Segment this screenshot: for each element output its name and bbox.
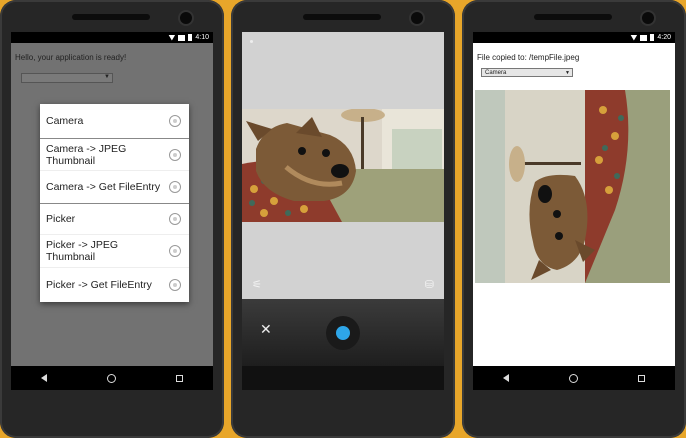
earpiece <box>303 14 381 20</box>
home-icon[interactable] <box>107 373 116 383</box>
hello-text: Hello, your application is ready! <box>15 53 127 62</box>
signal-icon <box>178 34 186 41</box>
shutter-button[interactable] <box>326 316 360 350</box>
camera-screen: ⚟ ⛁ ✕ <box>242 32 444 390</box>
close-icon[interactable]: ✕ <box>260 321 272 338</box>
battery-icon <box>188 34 193 41</box>
option-label: Picker -> Get FileEntry <box>46 279 152 291</box>
radio-icon[interactable] <box>169 213 181 225</box>
indicator-dot <box>250 40 253 43</box>
radio-icon[interactable] <box>169 181 181 193</box>
app-content: Hello, your application is ready! Camera… <box>11 43 213 366</box>
camera-controls: ✕ <box>242 299 444 366</box>
front-camera <box>411 12 423 24</box>
front-camera <box>642 12 654 24</box>
copied-text: File copied to: /tempFile.jpeg <box>477 53 580 62</box>
source-select[interactable]: Camera <box>481 68 573 77</box>
signal-icon <box>640 34 648 41</box>
select-value: Camera <box>485 70 507 76</box>
radio-icon[interactable] <box>169 245 181 257</box>
earpiece <box>72 14 150 20</box>
wifi-icon <box>168 34 176 41</box>
nav-bar <box>242 366 444 390</box>
screen: 4:20 File copied to: /tempFile.jpeg Came… <box>473 32 675 390</box>
recents-icon[interactable] <box>176 374 183 382</box>
back-icon[interactable] <box>41 374 47 382</box>
home-icon[interactable] <box>569 373 578 383</box>
option-label: Picker <box>46 213 76 225</box>
options-dialog: Camera Camera -> JPEG Thumbnail Camera -… <box>40 104 189 302</box>
option-label: Camera -> Get FileEntry <box>46 181 161 193</box>
phone-right: 4:20 File copied to: /tempFile.jpeg Came… <box>462 0 686 438</box>
status-time: 4:10 <box>195 34 209 41</box>
wifi-icon <box>630 34 638 41</box>
option-camera-jpeg-thumbnail[interactable]: Camera -> JPEG Thumbnail <box>40 139 189 171</box>
rotated-dog-photo <box>475 90 670 283</box>
battery-icon <box>650 34 655 41</box>
viewfinder-top <box>242 32 444 109</box>
status-bar: 4:20 <box>473 32 675 43</box>
viewfinder-bottom: ⚟ ⛁ <box>242 222 444 299</box>
option-picker-jpeg-thumbnail[interactable]: Picker -> JPEG Thumbnail <box>40 235 189 268</box>
recents-icon[interactable] <box>638 374 645 382</box>
nav-bar <box>473 366 675 390</box>
result-photo <box>475 90 670 283</box>
dog-photo <box>242 109 444 222</box>
option-camera-get-fileentry[interactable]: Camera -> Get FileEntry <box>40 171 189 204</box>
camera-preview-photo <box>242 109 444 222</box>
back-icon[interactable] <box>503 374 509 382</box>
phone-left: 4:10 Hello, your application is ready! C… <box>0 0 224 438</box>
source-select[interactable] <box>21 73 113 83</box>
status-time: 4:20 <box>657 34 671 41</box>
radio-icon[interactable] <box>169 115 181 127</box>
switch-camera-icon[interactable]: ⛁ <box>425 278 434 291</box>
option-camera[interactable]: Camera <box>40 104 189 139</box>
status-bar: 4:10 <box>11 32 213 43</box>
front-camera <box>180 12 192 24</box>
nav-bar <box>11 366 213 390</box>
radio-icon[interactable] <box>169 148 181 161</box>
option-label: Picker -> JPEG Thumbnail <box>46 239 119 263</box>
option-picker-get-fileentry[interactable]: Picker -> Get FileEntry <box>40 268 189 302</box>
app-content: File copied to: /tempFile.jpeg Camera <box>473 43 675 366</box>
screen: 4:10 Hello, your application is ready! C… <box>11 32 213 390</box>
option-label: Camera <box>46 115 84 127</box>
settings-sliders-icon[interactable]: ⚟ <box>252 278 262 291</box>
option-label: Camera -> JPEG Thumbnail <box>46 142 127 167</box>
earpiece <box>534 14 612 20</box>
radio-icon[interactable] <box>169 279 181 291</box>
option-picker[interactable]: Picker <box>40 204 189 235</box>
phone-middle: ⚟ ⛁ ✕ <box>231 0 455 438</box>
